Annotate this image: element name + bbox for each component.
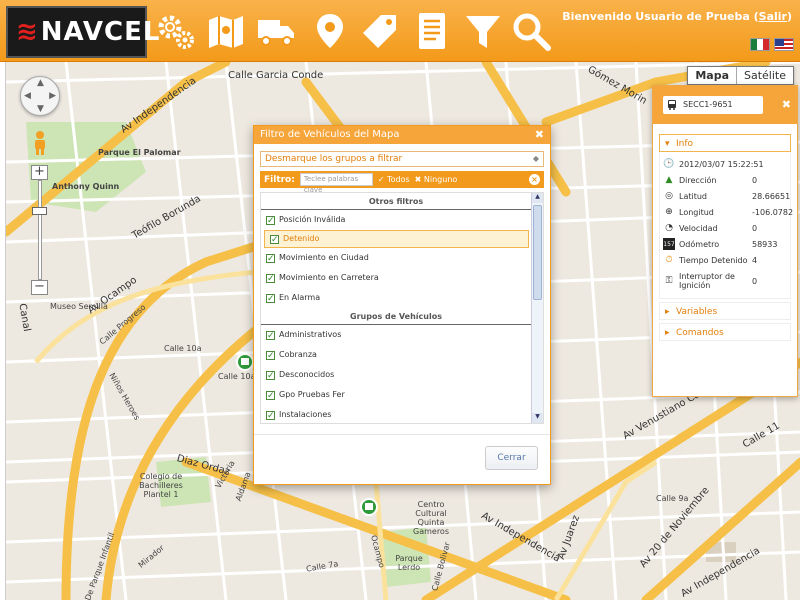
vehicle-name: SECC1-9651 (663, 96, 763, 114)
variables-section-toggle[interactable]: Variables (659, 302, 791, 321)
panel-header: SECC1-9651 ✖ (653, 86, 797, 124)
group-item[interactable]: Administrativos (261, 325, 527, 346)
checkbox[interactable] (266, 211, 275, 231)
map-pin-icon[interactable] (307, 8, 353, 54)
direction-arrow-icon: ▲ (665, 175, 673, 185)
group-item[interactable]: Desconocidos (261, 365, 527, 386)
stopwatch-icon: ⏱ (665, 255, 673, 265)
info-row: ◎ Latitud 28.66651 (660, 188, 790, 204)
scroll-down-icon[interactable]: ▼ (532, 413, 543, 423)
filter-icon[interactable] (460, 8, 506, 54)
gears-icon[interactable] (153, 8, 199, 54)
filter-label: Filtro: (264, 174, 295, 185)
map-type-control: Mapa Satélite (687, 66, 794, 85)
tag-icon[interactable] (357, 8, 403, 54)
zoom-in-button[interactable]: + (31, 165, 48, 180)
info-row: ⚿ Interruptor de Ignición 0 (660, 268, 790, 294)
filter-item[interactable]: Movimiento en Carretera (261, 268, 527, 289)
zoom-out-button[interactable]: − (31, 280, 48, 295)
filter-keyword-input[interactable]: Teclee palabras clave (299, 173, 373, 194)
truck-icon[interactable] (253, 8, 299, 54)
select-all-link[interactable]: ✓ Todos (378, 175, 410, 184)
filter-item[interactable]: En Alarma (261, 288, 527, 309)
bus-icon (668, 100, 676, 110)
top-bar: ≋NAVCEL Bienvenido Usuario de Prueba (Sa… (0, 0, 800, 62)
logout-link[interactable]: Salir (759, 10, 787, 23)
dialog-title: Filtro de Vehículos del Mapa (260, 129, 400, 140)
group-item[interactable]: Instalaciones (261, 405, 527, 423)
ignition-key-icon: ⚿ (665, 276, 673, 286)
other-filters-header: Otros filtros (261, 193, 531, 210)
globe-icon: ⊕ (665, 207, 673, 217)
checkbox[interactable] (266, 249, 275, 269)
group-select[interactable]: Desmarque los grupos a filtrar ◆ (260, 151, 544, 167)
filter-item[interactable]: Movimiento en Ciudad (261, 248, 527, 269)
checkbox[interactable] (266, 406, 275, 423)
filter-list[interactable]: Otros filtros Posición Inválida Detenido… (260, 192, 544, 424)
odometer-icon: 157 (663, 238, 675, 250)
zoom-slider-knob[interactable] (32, 207, 47, 215)
dialog-close-icon[interactable]: ✖ (535, 126, 544, 144)
info-row: ⏱ Tiempo Detenido 4 (660, 252, 790, 268)
vehicle-groups-header: Grupos de Vehículos (261, 308, 531, 325)
select-none-link[interactable]: ✖ Ninguno (415, 175, 458, 184)
info-section-toggle[interactable]: Info (659, 134, 791, 153)
checkbox[interactable] (266, 366, 275, 386)
select-arrows-icon: ◆ (532, 154, 539, 163)
vehicle-marker-icon[interactable] (236, 353, 254, 377)
close-button[interactable]: Cerrar (485, 446, 538, 470)
checkbox[interactable] (266, 346, 275, 366)
vehicle-info-panel: SECC1-9651 ✖ Info 🕒 2012/03/07 15:22:51 … (652, 85, 798, 397)
scroll-thumb[interactable] (533, 205, 542, 300)
group-item[interactable]: Cobranza (261, 345, 527, 366)
vehicle-filter-dialog: Filtro de Vehículos del Mapa ✖ Desmarque… (253, 125, 551, 485)
checkbox[interactable] (266, 326, 275, 346)
info-row: ◔ Velocidad 0 (660, 220, 790, 236)
checkbox[interactable] (266, 386, 275, 406)
navcel-logo[interactable]: ≋NAVCEL (6, 6, 159, 58)
pan-control[interactable]: ▲ ▼ ◀ ▶ (20, 76, 60, 116)
list-scrollbar[interactable]: ▲ ▼ (531, 193, 543, 423)
zoom-slider[interactable] (38, 180, 42, 280)
info-row-datetime: 🕒 2012/03/07 15:22:51 (663, 159, 764, 169)
group-item[interactable]: Gpo Pruebas Fer (261, 385, 527, 406)
checkbox[interactable] (266, 269, 275, 289)
info-row: 157 Odómetro 58933 (663, 238, 778, 250)
usa-flag-icon[interactable] (774, 38, 794, 51)
vehicle-marker-icon[interactable] (360, 498, 378, 522)
scroll-up-icon[interactable]: ▲ (532, 193, 543, 203)
dialog-footer: Cerrar (254, 434, 550, 484)
dialog-title-bar: Filtro de Vehículos del Mapa ✖ (254, 126, 550, 144)
checkbox[interactable] (266, 289, 275, 309)
checkbox[interactable] (270, 230, 279, 250)
search-icon[interactable] (508, 8, 554, 54)
filter-bar: Filtro: Teclee palabras clave ✓ Todos ✖ … (260, 171, 544, 194)
clear-filter-icon[interactable]: × (529, 174, 540, 185)
globe-icon: ◎ (665, 191, 673, 201)
speedometer-icon: ◔ (665, 223, 673, 233)
info-row: ⊕ Longitud -106.0782 (660, 204, 793, 220)
filter-item[interactable]: Detenido (264, 230, 529, 250)
report-icon[interactable] (409, 8, 455, 54)
map-type-satellite-button[interactable]: Satélite (736, 67, 793, 84)
map-route-icon[interactable] (203, 8, 249, 54)
commands-section-toggle[interactable]: Comandos (659, 323, 791, 342)
street-view-pegman-icon[interactable] (31, 130, 49, 156)
map-type-map-button[interactable]: Mapa (688, 67, 736, 84)
filter-item[interactable]: Posición Inválida (261, 210, 527, 231)
mexico-flag-icon[interactable] (750, 38, 770, 51)
info-row: ▲ Dirección 0 (660, 172, 790, 188)
panel-close-icon[interactable]: ✖ (782, 98, 791, 111)
info-section: 🕒 2012/03/07 15:22:51 ▲ Dirección 0 ◎ Lat… (659, 152, 793, 299)
welcome-message: Bienvenido Usuario de Prueba (Salir) (562, 10, 792, 23)
clock-icon: 🕒 (663, 159, 675, 169)
language-selector (750, 38, 794, 51)
